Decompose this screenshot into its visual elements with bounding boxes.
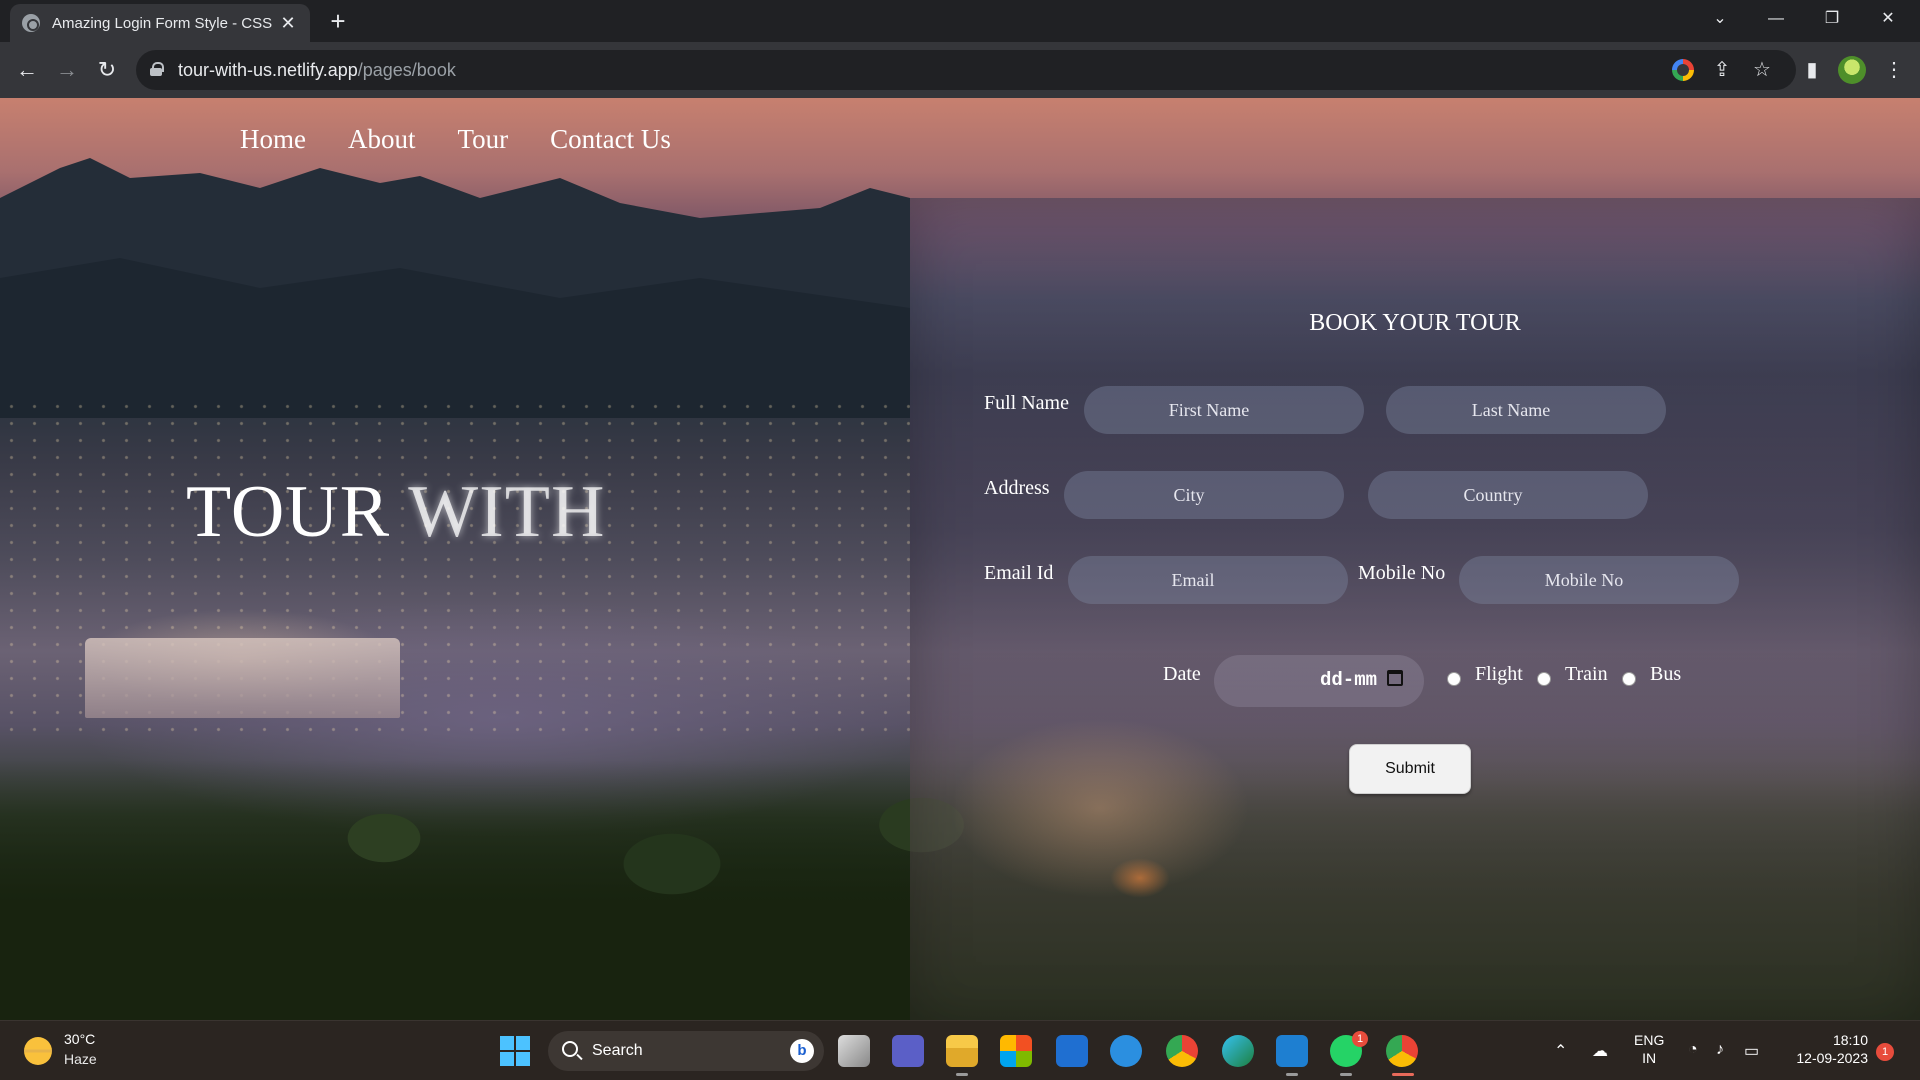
calendar-icon[interactable] [1387,670,1403,686]
train-label: Train [1565,663,1608,685]
booking-form-panel: BOOK YOUR TOUR Full Name Address Email I… [910,198,1920,1020]
whatsapp-running-indicator [1340,1073,1352,1076]
bookmark-star-icon[interactable]: ☆ [1746,54,1778,86]
close-window-button[interactable]: ✕ [1860,0,1916,40]
hero-word-with: WITH [408,471,606,553]
hero-word-tour: TOUR [186,471,391,553]
minimize-button[interactable]: — [1748,0,1804,40]
url-text: tour-with-us.netlify.app/pages/book [178,60,456,80]
language-indicator[interactable]: ENG IN [1634,1031,1664,1067]
lock-icon[interactable] [150,62,164,76]
battery-icon[interactable]: ▭ [1744,1041,1759,1061]
date-label: Date [1163,663,1201,685]
nav-tour[interactable]: Tour [457,124,508,155]
radio-train[interactable] [1537,672,1551,686]
hero-title: TOUR WITH [186,470,605,555]
chrome-active-indicator [1392,1073,1414,1076]
mobile-input[interactable] [1459,556,1739,604]
chevron-up-icon[interactable]: ⌃ [1554,1041,1567,1061]
radio-flight[interactable] [1447,672,1461,686]
bus-label: Bus [1650,663,1682,685]
share-icon[interactable]: ⇪ [1706,54,1738,86]
email-input[interactable] [1068,556,1348,604]
task-view-icon[interactable] [838,1035,870,1067]
vscode-running-indicator [1286,1073,1298,1076]
date-value: dd-mm [1320,669,1378,691]
file-explorer-icon[interactable] [946,1035,978,1067]
country-input[interactable] [1368,471,1648,519]
side-panel-icon[interactable]: ▮ [1796,54,1828,86]
first-name-input[interactable] [1084,386,1364,434]
weather-description[interactable]: Haze [64,1051,97,1067]
globe-icon [22,14,40,32]
chrome-active-icon[interactable] [1386,1035,1418,1067]
full-name-label: Full Name [984,392,1069,414]
taskbar: 30°C Haze Search b 1 ⌃ ☁ ENG IN ◔ ♪ ▭ 18… [0,1020,1920,1080]
mobile-label: Mobile No [1358,562,1446,584]
taskbar-search[interactable]: Search b [548,1031,824,1071]
mountain-silhouette [0,158,910,418]
nav-about[interactable]: About [348,124,416,155]
chrome-icon[interactable] [1166,1035,1198,1067]
wifi-icon[interactable]: ◔ [1688,1041,1698,1059]
profile-avatar[interactable] [1838,56,1866,84]
browser-toolbar: ← → ↻ tour-with-us.netlify.app/pages/boo… [0,42,1920,98]
teams-chat-icon[interactable] [892,1035,924,1067]
menu-kebab-icon[interactable]: ⋮ [1878,54,1910,86]
tab-search-icon[interactable]: ⌄ [1692,0,1748,40]
get-help-icon[interactable] [1110,1035,1142,1067]
nav-contact-us[interactable]: Contact Us [550,124,671,155]
reload-button[interactable]: ↻ [91,54,123,86]
search-icon [562,1041,578,1057]
date-input[interactable]: dd-mm [1214,655,1424,707]
browser-tab[interactable]: Amazing Login Form Style - CSS ✕ [10,4,310,42]
clock[interactable]: 18:10 12-09-2023 [1784,1031,1868,1067]
forward-button[interactable]: → [51,54,83,86]
nav-home[interactable]: Home [240,124,306,155]
search-label: Search [592,1042,643,1059]
form-title: BOOK YOUR TOUR [1309,310,1521,336]
submit-button[interactable]: Submit [1349,744,1471,794]
start-button[interactable] [500,1036,530,1066]
email-label: Email Id [984,562,1054,584]
last-name-input[interactable] [1386,386,1666,434]
tab-strip: Amazing Login Form Style - CSS ✕ + ⌄ — ❐… [0,0,1920,42]
whatsapp-badge: 1 [1352,1031,1368,1047]
close-tab-icon[interactable]: ✕ [278,13,298,34]
restore-button[interactable]: ❐ [1804,0,1860,40]
weather-temperature[interactable]: 30°C [64,1031,95,1047]
tab-title: Amazing Login Form Style - CSS [52,14,273,32]
notification-badge[interactable]: 1 [1876,1043,1894,1061]
file-explorer-running-indicator [956,1073,968,1076]
address-bar[interactable]: tour-with-us.netlify.app/pages/book ⇪ ☆ [136,50,1796,90]
address-label: Address [984,477,1050,499]
new-tab-button[interactable]: + [322,6,354,38]
myhp-icon[interactable] [1056,1035,1088,1067]
lake-palace [85,638,400,718]
bing-icon[interactable]: b [790,1039,814,1063]
radio-bus[interactable] [1622,672,1636,686]
city-input[interactable] [1064,471,1344,519]
main-nav: Home About Tour Contact Us [240,124,671,155]
google-lens-icon[interactable] [1672,59,1694,81]
vscode-icon[interactable] [1276,1035,1308,1067]
back-button[interactable]: ← [11,54,43,86]
page-viewport: Home About Tour Contact Us TOUR WITH BOO… [0,98,1920,1020]
edge-icon[interactable] [1222,1035,1254,1067]
microsoft-store-icon[interactable] [1000,1035,1032,1067]
weather-haze-icon[interactable] [24,1037,52,1065]
onedrive-cloud-icon[interactable]: ☁ [1592,1041,1608,1061]
flight-label: Flight [1475,663,1523,685]
volume-icon[interactable]: ♪ [1716,1041,1724,1059]
